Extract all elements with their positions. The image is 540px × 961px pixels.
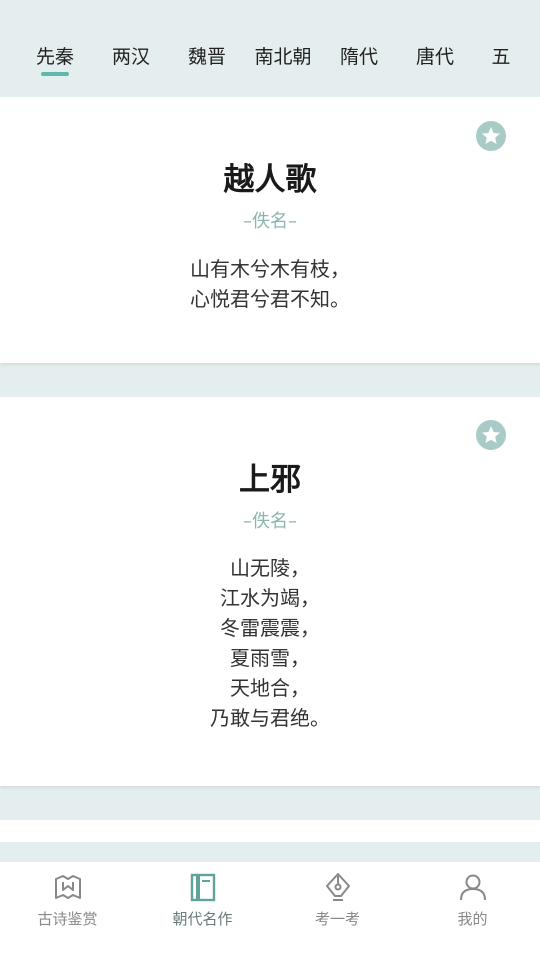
dynasty-tab-bar: 先秦 两汉 魏晋 南北朝 隋代 唐代 五 [0, 0, 540, 97]
tab-label: 魏晋 [187, 46, 226, 68]
poem-line: 山有木兮木有枝， [190, 257, 350, 281]
tab-label: 五 [491, 46, 511, 68]
nav-label: 考一考 [314, 910, 360, 928]
poem-title: 越人歌 [223, 162, 317, 198]
poem-card[interactable]: 越人歌 –佚名– 山有木兮木有枝， 心悦君兮君不知。 [0, 97, 540, 363]
tab-label: 唐代 [415, 46, 454, 68]
poem-line: 心悦君兮君不知。 [190, 287, 350, 311]
poem-line: 乃敢与君绝。 [210, 706, 330, 730]
nav-item-kao-yi-kao[interactable]: 考一考 [270, 872, 405, 929]
tab-label: 南北朝 [254, 46, 312, 68]
poem-line: 冬雷震震， [220, 616, 320, 640]
star-icon[interactable] [476, 121, 506, 151]
poem-card[interactable]: 上邪 –佚名– 山无陵， 江水为竭， 冬雷震震， 夏雨雪， 天地合， 乃敢与君绝… [0, 397, 540, 786]
nav-label: 我的 [457, 910, 488, 928]
tab-wu[interactable]: 五 [461, 42, 540, 69]
poem-card-partial[interactable] [0, 820, 540, 842]
bottom-nav: 古诗鉴赏 朝代名作 考一考 我的 [0, 861, 540, 961]
poem-line: 天地合， [230, 676, 310, 700]
tab-weijin[interactable]: 魏晋 [167, 42, 247, 69]
tab-label: 先秦 [35, 46, 74, 68]
poem-line: 夏雨雪， [230, 646, 310, 670]
poem-lines: 山有木兮木有枝， 心悦君兮君不知。 [0, 254, 540, 314]
tab-label: 隋代 [339, 46, 378, 68]
book-open-icon [54, 875, 81, 899]
tab-xianqin[interactable]: 先秦 [15, 42, 95, 76]
nav-item-chaodai-mingzuo[interactable]: 朝代名作 [135, 872, 270, 929]
tab-lianghan[interactable]: 两汉 [91, 42, 171, 69]
nav-item-wode[interactable]: 我的 [405, 872, 540, 929]
poem-lines: 山无陵， 江水为竭， 冬雷震震， 夏雨雪， 天地合， 乃敢与君绝。 [0, 553, 540, 733]
poem-author: –佚名– [243, 511, 297, 532]
tab-suidai[interactable]: 隋代 [319, 42, 399, 69]
active-tab-indicator [41, 72, 69, 76]
tab-nanbeichao[interactable]: 南北朝 [243, 42, 323, 69]
nav-label: 朝代名作 [172, 910, 233, 928]
star-icon[interactable] [476, 420, 506, 450]
poem-line: 江水为竭， [220, 586, 320, 610]
book-icon [190, 873, 215, 902]
poem-line: 山无陵， [230, 556, 310, 580]
poem-title: 上邪 [239, 462, 301, 498]
nav-label: 古诗鉴赏 [37, 910, 98, 928]
person-icon [459, 874, 486, 901]
nav-item-gushi-jianshang[interactable]: 古诗鉴赏 [0, 872, 135, 929]
tab-label: 两汉 [111, 46, 150, 68]
pen-nib-icon [325, 873, 350, 901]
poem-author: –佚名– [243, 211, 297, 232]
